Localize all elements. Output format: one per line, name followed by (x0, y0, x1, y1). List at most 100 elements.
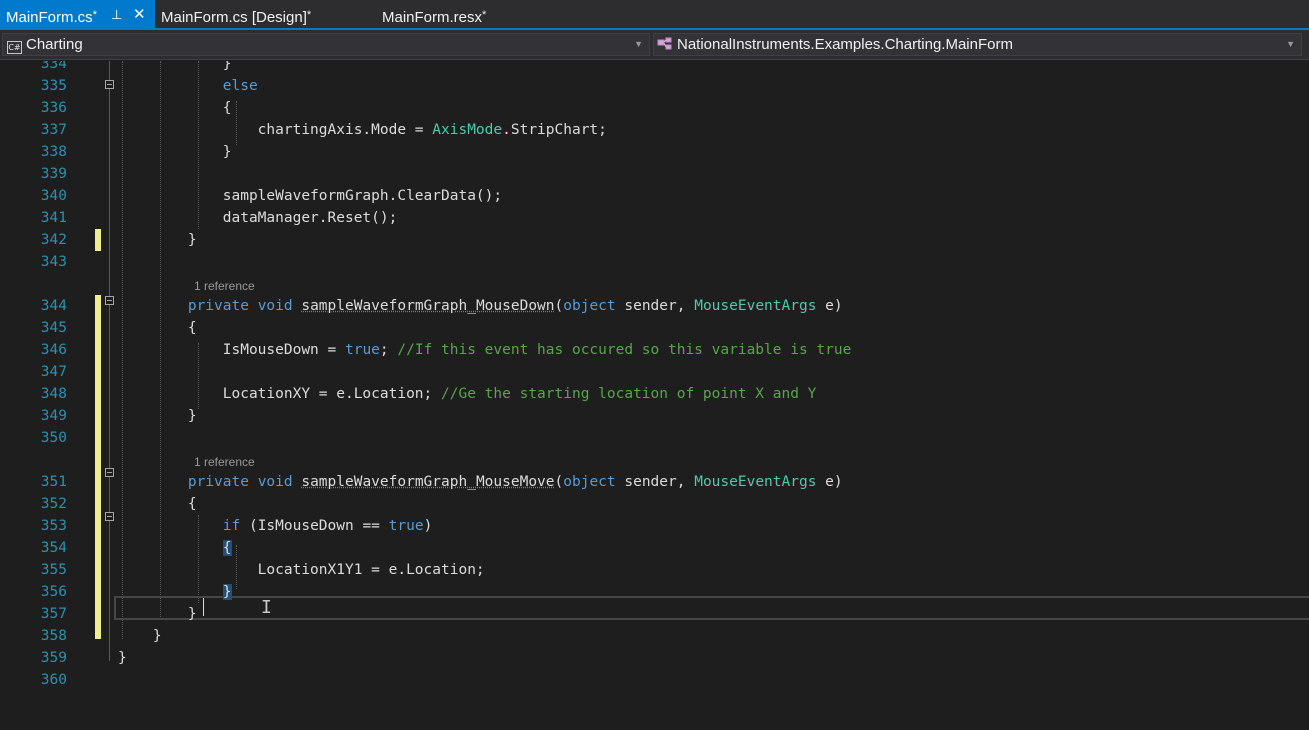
code-token: .StripChart; (502, 122, 607, 138)
code-token: e) (816, 474, 843, 490)
tab-mainform-resx[interactable]: MainForm.resx* (376, 0, 516, 28)
code-token: object (563, 298, 616, 314)
code-token: sender, (615, 474, 695, 490)
code-token: //If this event has occured so this vari… (397, 342, 852, 358)
code-line: 347 (0, 361, 1309, 383)
code-text: } (118, 141, 232, 163)
code-line: 356 } (0, 581, 1309, 603)
code-text: private void sampleWaveformGraph_MouseDo… (118, 295, 843, 317)
code-text: chartingAxis.Mode = AxisMode.StripChart; (118, 119, 607, 141)
tab-mainform-design[interactable]: MainForm.cs [Design]* (155, 0, 365, 28)
code-text: IsMouseDown = true; //If this event has … (118, 339, 852, 361)
code-token: sender, (615, 298, 695, 314)
code-line: 344 private void sampleWaveformGraph_Mou… (0, 295, 1309, 317)
line-number: 349 (40, 408, 67, 424)
code-text: } (118, 581, 232, 603)
code-token: private (187, 474, 249, 490)
code-line: 351 private void sampleWaveformGraph_Mou… (0, 471, 1309, 493)
close-icon[interactable]: ✕ (133, 0, 146, 30)
code-text: dataManager.Reset(); (118, 207, 398, 229)
line-number: 351 (40, 474, 67, 490)
code-token: //Ge the starting location of point X an… (441, 386, 817, 402)
code-token: } (118, 61, 232, 72)
code-lens-references[interactable]: 1 reference (194, 273, 255, 295)
code-token: IsMouseDown = (118, 342, 345, 358)
chevron-down-icon: ▼ (634, 39, 643, 49)
code-line: 346 IsMouseDown = true; //If this event … (0, 339, 1309, 361)
code-line: 335 else (0, 75, 1309, 97)
code-token: private (187, 298, 249, 314)
class-icon (657, 37, 672, 50)
line-number: 358 (40, 628, 67, 644)
code-text: } (118, 603, 197, 625)
code-token: (IsMouseDown == (240, 518, 389, 534)
tab-mainform-cs[interactable]: MainForm.cs* ⊥ ✕ (0, 0, 155, 28)
code-line: 348 LocationXY = e.Location; //Ge the st… (0, 383, 1309, 405)
code-token: e) (816, 298, 843, 314)
code-token: LocationX1Y1 = e.Location; (118, 562, 485, 578)
code-token: } (118, 232, 197, 248)
code-token: sampleWaveformGraph.ClearData(); (118, 188, 503, 204)
code-token: true (388, 518, 424, 534)
code-token: sampleWaveformGraph_MouseDown (301, 298, 555, 314)
code-token: } (118, 606, 197, 622)
code-line: 341 dataManager.Reset(); (0, 207, 1309, 229)
code-token: ( (554, 474, 564, 490)
navigation-bar: C# Charting ▼ NationalInstruments.Example… (0, 30, 1309, 60)
code-token: sampleWaveformGraph_MouseMove (301, 474, 555, 490)
chevron-down-icon: ▼ (1286, 39, 1295, 49)
code-text: } (118, 229, 197, 251)
code-line: 336 { (0, 97, 1309, 119)
text-caret (203, 598, 204, 616)
line-number: 346 (40, 342, 67, 358)
code-text: if (IsMouseDown == true) (118, 515, 433, 537)
code-text: } (118, 405, 197, 427)
line-number: 343 (40, 254, 67, 270)
pin-icon[interactable]: ⊥ (111, 0, 122, 30)
code-text: } (118, 61, 232, 75)
code-line: 338 } (0, 141, 1309, 163)
line-number: 336 (40, 100, 67, 116)
code-text: else (118, 75, 258, 97)
code-line: 360 (0, 669, 1309, 691)
code-token: LocationXY = e.Location; (118, 386, 442, 402)
code-editor[interactable]: 334 } 335 else 336 {337 chartingAxis.Mode … (0, 61, 1309, 730)
code-lens-references[interactable]: 1 reference (194, 449, 255, 471)
code-token: ) (423, 518, 433, 534)
csharp-project-icon: C# (7, 41, 22, 54)
code-line: 342 } (0, 229, 1309, 251)
code-line: 339 (0, 163, 1309, 185)
line-number: 354 (40, 540, 67, 556)
code-token: void (257, 474, 293, 490)
project-dropdown[interactable]: C# Charting ▼ (2, 33, 650, 56)
project-name: Charting (26, 36, 83, 53)
code-token: if (222, 518, 241, 534)
tab-label: MainForm.resx* (382, 9, 487, 26)
line-number: 341 (40, 210, 67, 226)
code-token: { (222, 540, 232, 556)
code-text: } (118, 647, 127, 669)
line-number: 342 (40, 232, 67, 248)
code-token: ( (554, 298, 564, 314)
code-token: ; (379, 342, 398, 358)
code-line: 358 } (0, 625, 1309, 647)
code-line: 355 LocationX1Y1 = e.Location; (0, 559, 1309, 581)
code-line: 353 if (IsMouseDown == true) (0, 515, 1309, 537)
code-line: 350 (0, 427, 1309, 449)
type-dropdown[interactable]: NationalInstruments.Examples.Charting.Ma… (653, 33, 1302, 56)
code-token: } (118, 650, 127, 666)
code-line: 345 { (0, 317, 1309, 339)
code-line: 343 (0, 251, 1309, 273)
code-token: } (118, 628, 162, 644)
code-text: { (118, 97, 232, 119)
line-number: 360 (40, 672, 67, 688)
code-token: chartingAxis.Mode = (118, 122, 433, 138)
code-token: MouseEventArgs (694, 298, 817, 314)
code-token: } (222, 584, 232, 600)
line-number: 357 (40, 606, 67, 622)
code-token: else (222, 78, 258, 94)
